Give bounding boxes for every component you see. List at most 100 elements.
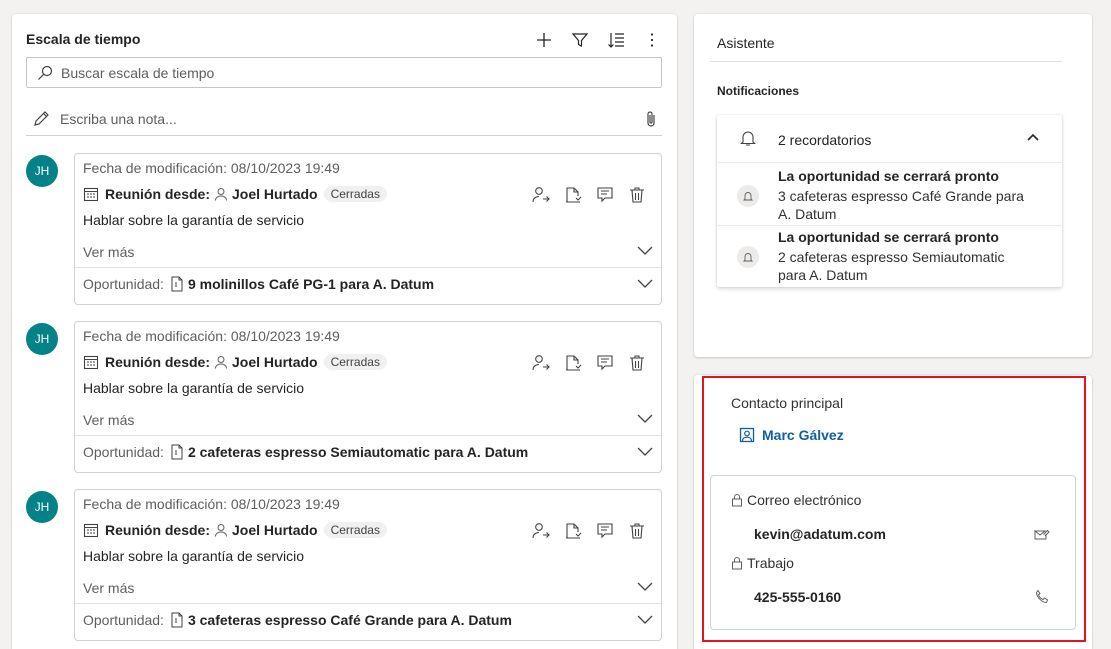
reminder-item[interactable]: La oportunidad se cerrará pronto 2 cafet… [717,226,1062,288]
assistant-divider [710,61,1062,62]
bell-icon [740,131,756,146]
open-record-icon[interactable] [589,520,621,542]
activity-type: Reunión desde: [105,354,211,370]
assign-icon[interactable] [525,184,557,206]
reminders-card: 2 recordatorios La oportunidad se cerrar… [717,115,1062,287]
chevron-down-icon[interactable] [637,242,653,258]
document-icon [171,444,183,460]
activity-subject: Hablar sobre la garantía de servicio [83,380,305,396]
activity-owner[interactable]: Joel Hurtado [232,354,318,370]
opportunity-label: Oportunidad: [83,444,164,460]
opportunity-label: Oportunidad: [83,612,164,628]
person-icon [215,188,228,201]
see-more-link[interactable]: Ver más [83,244,134,260]
sort-icon[interactable] [598,29,634,51]
activity-subject: Hablar sobre la garantía de servicio [83,212,305,228]
opportunity-link[interactable]: 2 cafeteras espresso Semiautomatic para … [188,444,528,460]
activity-header: Reunión desde: Joel Hurtado Cerradas [83,522,387,538]
opportunity-row: Oportunidad: 3 cafeteras espresso Café G… [83,612,512,628]
open-record-icon[interactable] [589,184,621,206]
chevron-down-icon[interactable] [637,443,653,459]
opportunity-row: Oportunidad: 2 cafeteras espresso Semiau… [83,444,528,460]
reminder-detail: 3 cafeteras espresso Café Grande para A.… [778,188,1024,222]
highlight-frame [702,376,1086,642]
activity-card[interactable]: Fecha de modificación: 08/10/2023 19:49 … [74,153,662,305]
opportunity-label: Oportunidad: [83,276,164,292]
modified-date: Fecha de modificación: 08/10/2023 19:49 [83,160,340,176]
modified-date: Fecha de modificación: 08/10/2023 19:49 [83,328,340,344]
calendar-icon [83,523,99,538]
attachment-icon[interactable] [644,110,658,128]
document-icon [171,612,183,628]
assign-icon[interactable] [525,520,557,542]
assistant-title: Asistente [717,35,775,51]
filter-icon[interactable] [562,29,598,51]
activity-card[interactable]: Fecha de modificación: 08/10/2023 19:49 … [74,489,662,641]
opportunity-row: Oportunidad: 9 molinillos Café PG-1 para… [83,276,434,292]
notifications-heading: Notificaciones [717,84,800,98]
reminder-title: La oportunidad se cerrará pronto [778,168,999,184]
chevron-down-icon[interactable] [637,410,653,426]
timeline-title: Escala de tiempo [26,31,141,47]
card-actions [525,184,653,206]
timeline-panel: Escala de tiempo Buscar escala de tiempo… [12,14,677,649]
timeline-toolbar [526,29,670,51]
chevron-up-icon[interactable] [1026,130,1040,144]
activity-owner[interactable]: Joel Hurtado [232,522,318,538]
activity-header: Reunión desde: Joel Hurtado Cerradas [83,186,387,202]
document-icon [171,276,183,292]
status-badge: Cerradas [323,522,387,538]
avatar: JH [26,323,58,355]
chevron-down-icon[interactable] [637,275,653,291]
calendar-icon [83,187,99,202]
see-more-link[interactable]: Ver más [83,412,134,428]
reminders-header[interactable]: 2 recordatorios [717,115,1062,163]
reminder-detail: 2 cafeteras espresso Semiautomatic para … [778,249,1005,283]
activity-header: Reunión desde: Joel Hurtado Cerradas [83,354,387,370]
reminder-item[interactable]: La oportunidad se cerrará pronto 3 cafet… [717,165,1062,227]
chevron-down-icon[interactable] [637,578,653,594]
close-activity-icon[interactable] [557,184,589,206]
card-divider [75,267,661,268]
search-icon [38,65,53,80]
bell-icon [737,246,759,268]
card-actions [525,352,653,374]
see-more-link[interactable]: Ver más [83,580,134,596]
add-icon[interactable] [526,29,562,51]
activity-owner[interactable]: Joel Hurtado [232,186,318,202]
note-placeholder: Escriba una nota... [60,110,177,127]
assign-icon[interactable] [525,352,557,374]
avatar: JH [26,491,58,523]
opportunity-link[interactable]: 3 cafeteras espresso Café Grande para A.… [188,612,512,628]
activity-type: Reunión desde: [105,186,211,202]
search-placeholder: Buscar escala de tiempo [61,64,215,81]
modified-date: Fecha de modificación: 08/10/2023 19:49 [83,496,340,512]
delete-icon[interactable] [621,520,653,542]
delete-icon[interactable] [621,352,653,374]
person-icon [215,524,228,537]
open-record-icon[interactable] [589,352,621,374]
calendar-icon [83,355,99,370]
close-activity-icon[interactable] [557,352,589,374]
activity-subject: Hablar sobre la garantía de servicio [83,548,305,564]
note-input[interactable]: Escriba una nota... [26,102,662,136]
search-input[interactable]: Buscar escala de tiempo [26,57,662,88]
pencil-icon [34,110,49,126]
delete-icon[interactable] [621,184,653,206]
card-actions [525,520,653,542]
status-badge: Cerradas [323,186,387,202]
opportunity-link[interactable]: 9 molinillos Café PG-1 para A. Datum [188,276,434,292]
assistant-panel: Asistente Notificaciones 2 recordatorios… [694,14,1092,357]
activity-card[interactable]: Fecha de modificación: 08/10/2023 19:49 … [74,321,662,473]
bell-icon [737,185,759,207]
reminders-count: 2 recordatorios [778,132,872,148]
avatar: JH [26,155,58,187]
activity-type: Reunión desde: [105,522,211,538]
card-divider [75,435,661,436]
card-divider [75,603,661,604]
chevron-down-icon[interactable] [637,611,653,627]
reminder-title: La oportunidad se cerrará pronto [778,229,999,245]
person-icon [215,356,228,369]
close-activity-icon[interactable] [557,520,589,542]
more-icon[interactable] [634,29,670,51]
